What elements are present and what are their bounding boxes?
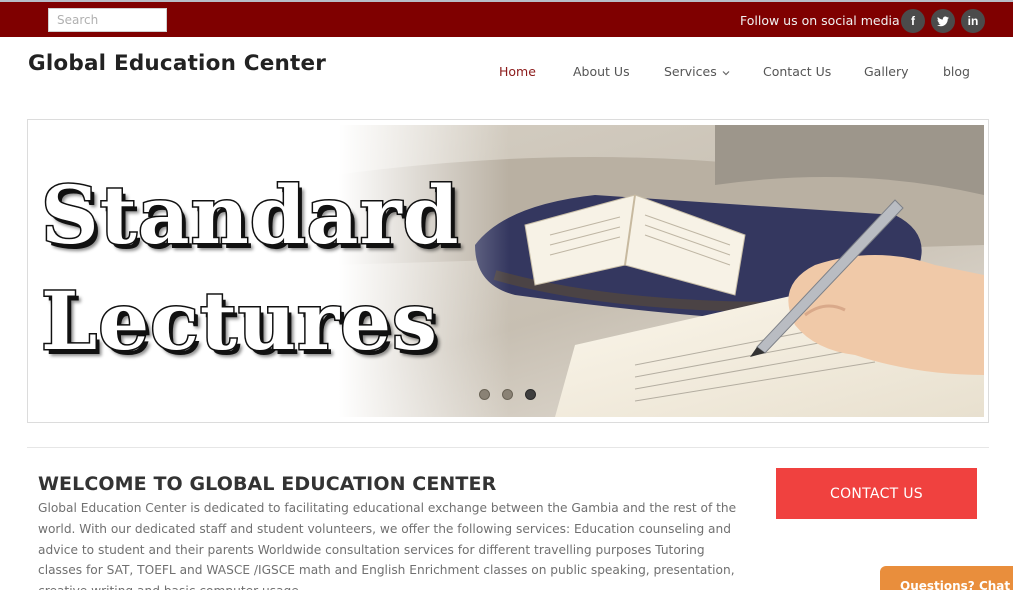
nav-gallery[interactable]: Gallery bbox=[864, 64, 909, 79]
facebook-icon[interactable]: f bbox=[901, 9, 925, 33]
chat-feedback-tab[interactable]: Questions? Chat bbox=[880, 566, 1013, 590]
section-divider bbox=[27, 447, 989, 448]
nav-contact-us[interactable]: Contact Us bbox=[763, 64, 831, 79]
contact-us-button[interactable]: CONTACT US bbox=[776, 468, 977, 519]
linkedin-glyph: in bbox=[967, 14, 979, 28]
nav-services-label: Services bbox=[664, 64, 717, 79]
hero-slider[interactable]: Standard Lectures bbox=[27, 119, 989, 423]
nav-about-label: About Us bbox=[573, 64, 630, 79]
twitter-bird-shape bbox=[937, 16, 949, 26]
top-bar: Follow us on social media f in bbox=[0, 0, 1013, 37]
linkedin-icon[interactable]: in bbox=[961, 9, 985, 33]
nav-contact-label: Contact Us bbox=[763, 64, 832, 79]
nav-blog[interactable]: blog bbox=[943, 64, 970, 79]
slider-dot-3[interactable] bbox=[525, 389, 536, 400]
nav-services[interactable]: Services bbox=[664, 64, 730, 79]
chevron-down-icon bbox=[722, 64, 730, 79]
slide-heading-line2: Lectures bbox=[39, 274, 439, 368]
search-input[interactable] bbox=[48, 8, 167, 32]
slider-dot-2[interactable] bbox=[502, 389, 513, 400]
nav-about-us[interactable]: About Us bbox=[573, 64, 630, 79]
nav-blog-label: blog bbox=[943, 64, 970, 79]
nav-gallery-label: Gallery bbox=[864, 64, 909, 79]
welcome-title: WELCOME TO GLOBAL EDUCATION CENTER bbox=[38, 473, 497, 495]
facebook-glyph: f bbox=[911, 14, 915, 28]
nav-home-label: Home bbox=[499, 64, 536, 79]
slider-dot-1[interactable] bbox=[479, 389, 490, 400]
nav-home[interactable]: Home bbox=[499, 64, 536, 79]
site-brand[interactable]: Global Education Center bbox=[28, 51, 326, 76]
hero-slide: Standard Lectures bbox=[35, 125, 984, 417]
twitter-icon[interactable] bbox=[931, 9, 955, 33]
follow-us-text: Follow us on social media bbox=[740, 13, 900, 28]
welcome-body: Global Education Center is dedicated to … bbox=[38, 501, 737, 590]
slide-heading-line1: Standard bbox=[40, 168, 461, 262]
